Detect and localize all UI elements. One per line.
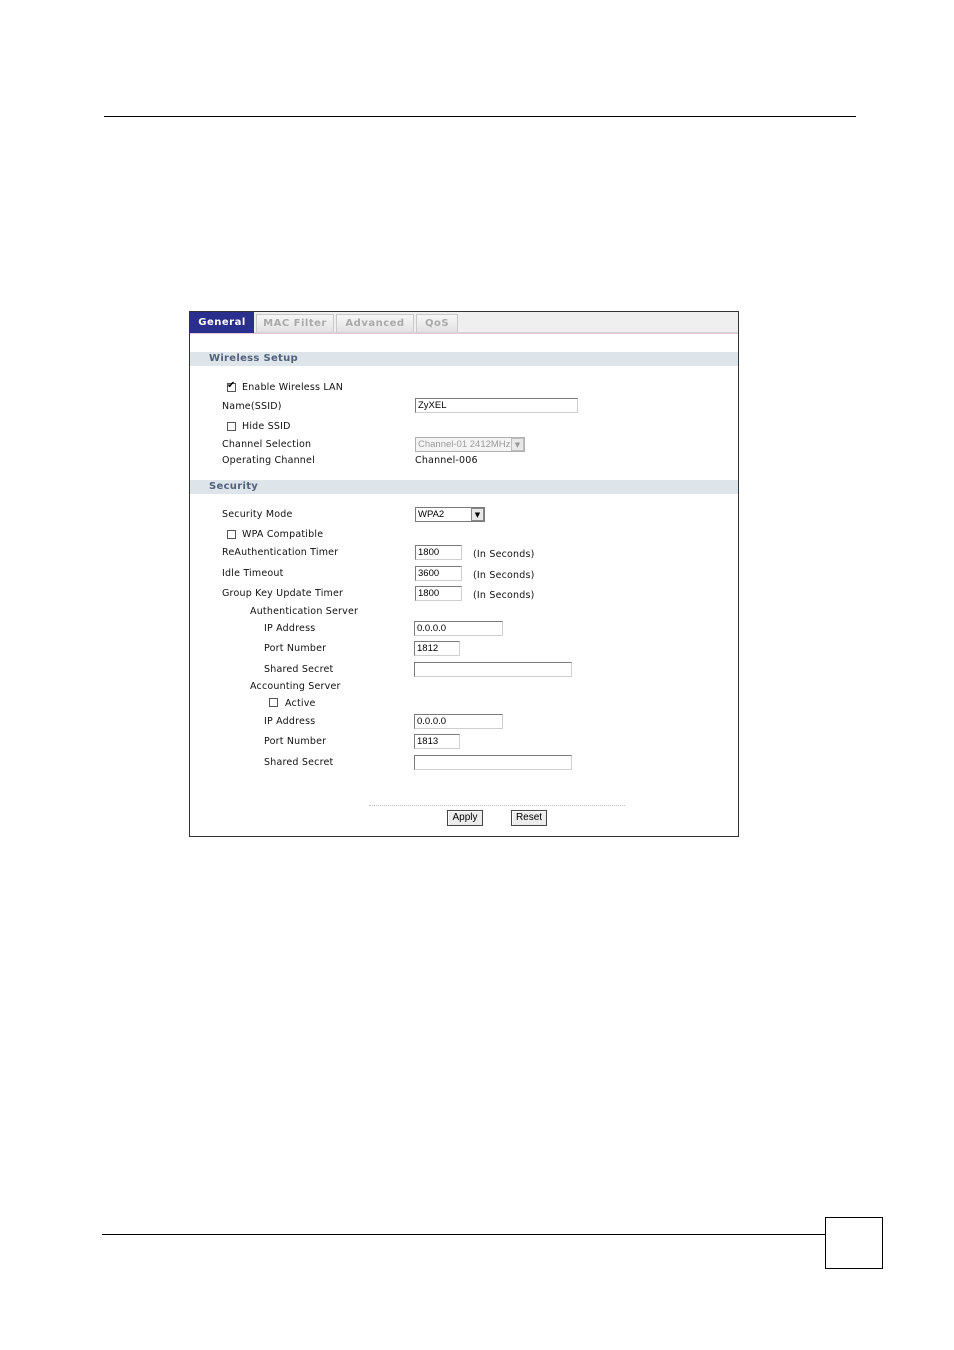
page-number-box [825,1217,883,1269]
tab-bar: General MAC Filter Advanced QoS [190,312,738,333]
idle-unit-label: (In Seconds) [473,570,535,581]
auth-port-label: Port Number [264,643,327,654]
apply-button[interactable]: Apply [447,810,483,826]
section-wireless-setup: Wireless Setup [190,352,738,366]
acct-active-label: Active [285,698,316,709]
tab-mac-filter[interactable]: MAC Filter [256,314,334,332]
wpa-compatible-checkbox[interactable] [227,530,236,539]
tab-underline [190,333,738,334]
auth-ip-input[interactable]: 0.0.0.0 [414,621,503,636]
tab-general[interactable]: General [190,312,254,333]
acct-active-checkbox[interactable] [269,698,278,707]
auth-ip-label: IP Address [264,623,316,634]
reauth-timer-input[interactable]: 1800 [415,545,462,560]
header-rule [104,116,856,117]
auth-server-title: Authentication Server [250,606,359,617]
wpa-compatible-label: WPA Compatible [242,529,324,540]
acct-server-title: Accounting Server [250,681,341,692]
group-key-timer-input[interactable]: 1800 [415,586,462,601]
group-key-timer-label: Group Key Update Timer [222,588,344,599]
auth-port-input[interactable]: 1812 [414,641,460,656]
security-mode-select[interactable]: WPA2 ▼ [415,507,485,522]
operating-channel-value: Channel-006 [415,455,478,466]
ssid-label: Name(SSID) [222,401,282,412]
enable-wireless-label: Enable Wireless LAN [242,382,344,393]
ssid-input[interactable]: ZyXEL [415,398,578,413]
hide-ssid-checkbox[interactable] [227,422,236,431]
acct-port-input[interactable]: 1813 [414,734,460,749]
chevron-down-icon: ▼ [511,438,524,451]
reauth-timer-label: ReAuthentication Timer [222,547,339,558]
security-mode-value: WPA2 [418,509,445,520]
security-mode-label: Security Mode [222,509,293,520]
reset-button[interactable]: Reset [511,810,547,826]
tab-advanced[interactable]: Advanced [336,314,414,332]
tab-qos[interactable]: QoS [416,314,458,332]
acct-ip-input[interactable]: 0.0.0.0 [414,714,503,729]
channel-selection-value: Channel-01 2412MHz [418,439,511,450]
auth-secret-label: Shared Secret [264,664,334,675]
footer-rule [102,1234,825,1235]
section-title: Security [209,481,259,492]
chevron-down-icon: ▼ [471,508,484,521]
reauth-unit-label: (In Seconds) [473,549,535,560]
acct-port-label: Port Number [264,736,327,747]
acct-ip-label: IP Address [264,716,316,727]
channel-selection-select[interactable]: Channel-01 2412MHz ▼ [415,437,525,452]
section-security: Security [190,480,738,494]
group-key-unit-label: (In Seconds) [473,590,535,601]
section-title: Wireless Setup [209,353,299,364]
hide-ssid-label: Hide SSID [242,421,291,432]
acct-secret-label: Shared Secret [264,757,334,768]
wireless-settings-panel: General MAC Filter Advanced QoS Wireless… [189,311,739,837]
button-divider [369,805,625,806]
auth-secret-input[interactable] [414,662,572,677]
idle-timeout-input[interactable]: 3600 [415,566,462,581]
enable-wireless-checkbox[interactable]: ✔ [227,380,236,392]
channel-selection-label: Channel Selection [222,439,312,450]
operating-channel-label: Operating Channel [222,455,315,466]
acct-secret-input[interactable] [414,755,572,770]
check-icon: ✔ [227,380,236,391]
idle-timeout-label: Idle Timeout [222,568,284,579]
